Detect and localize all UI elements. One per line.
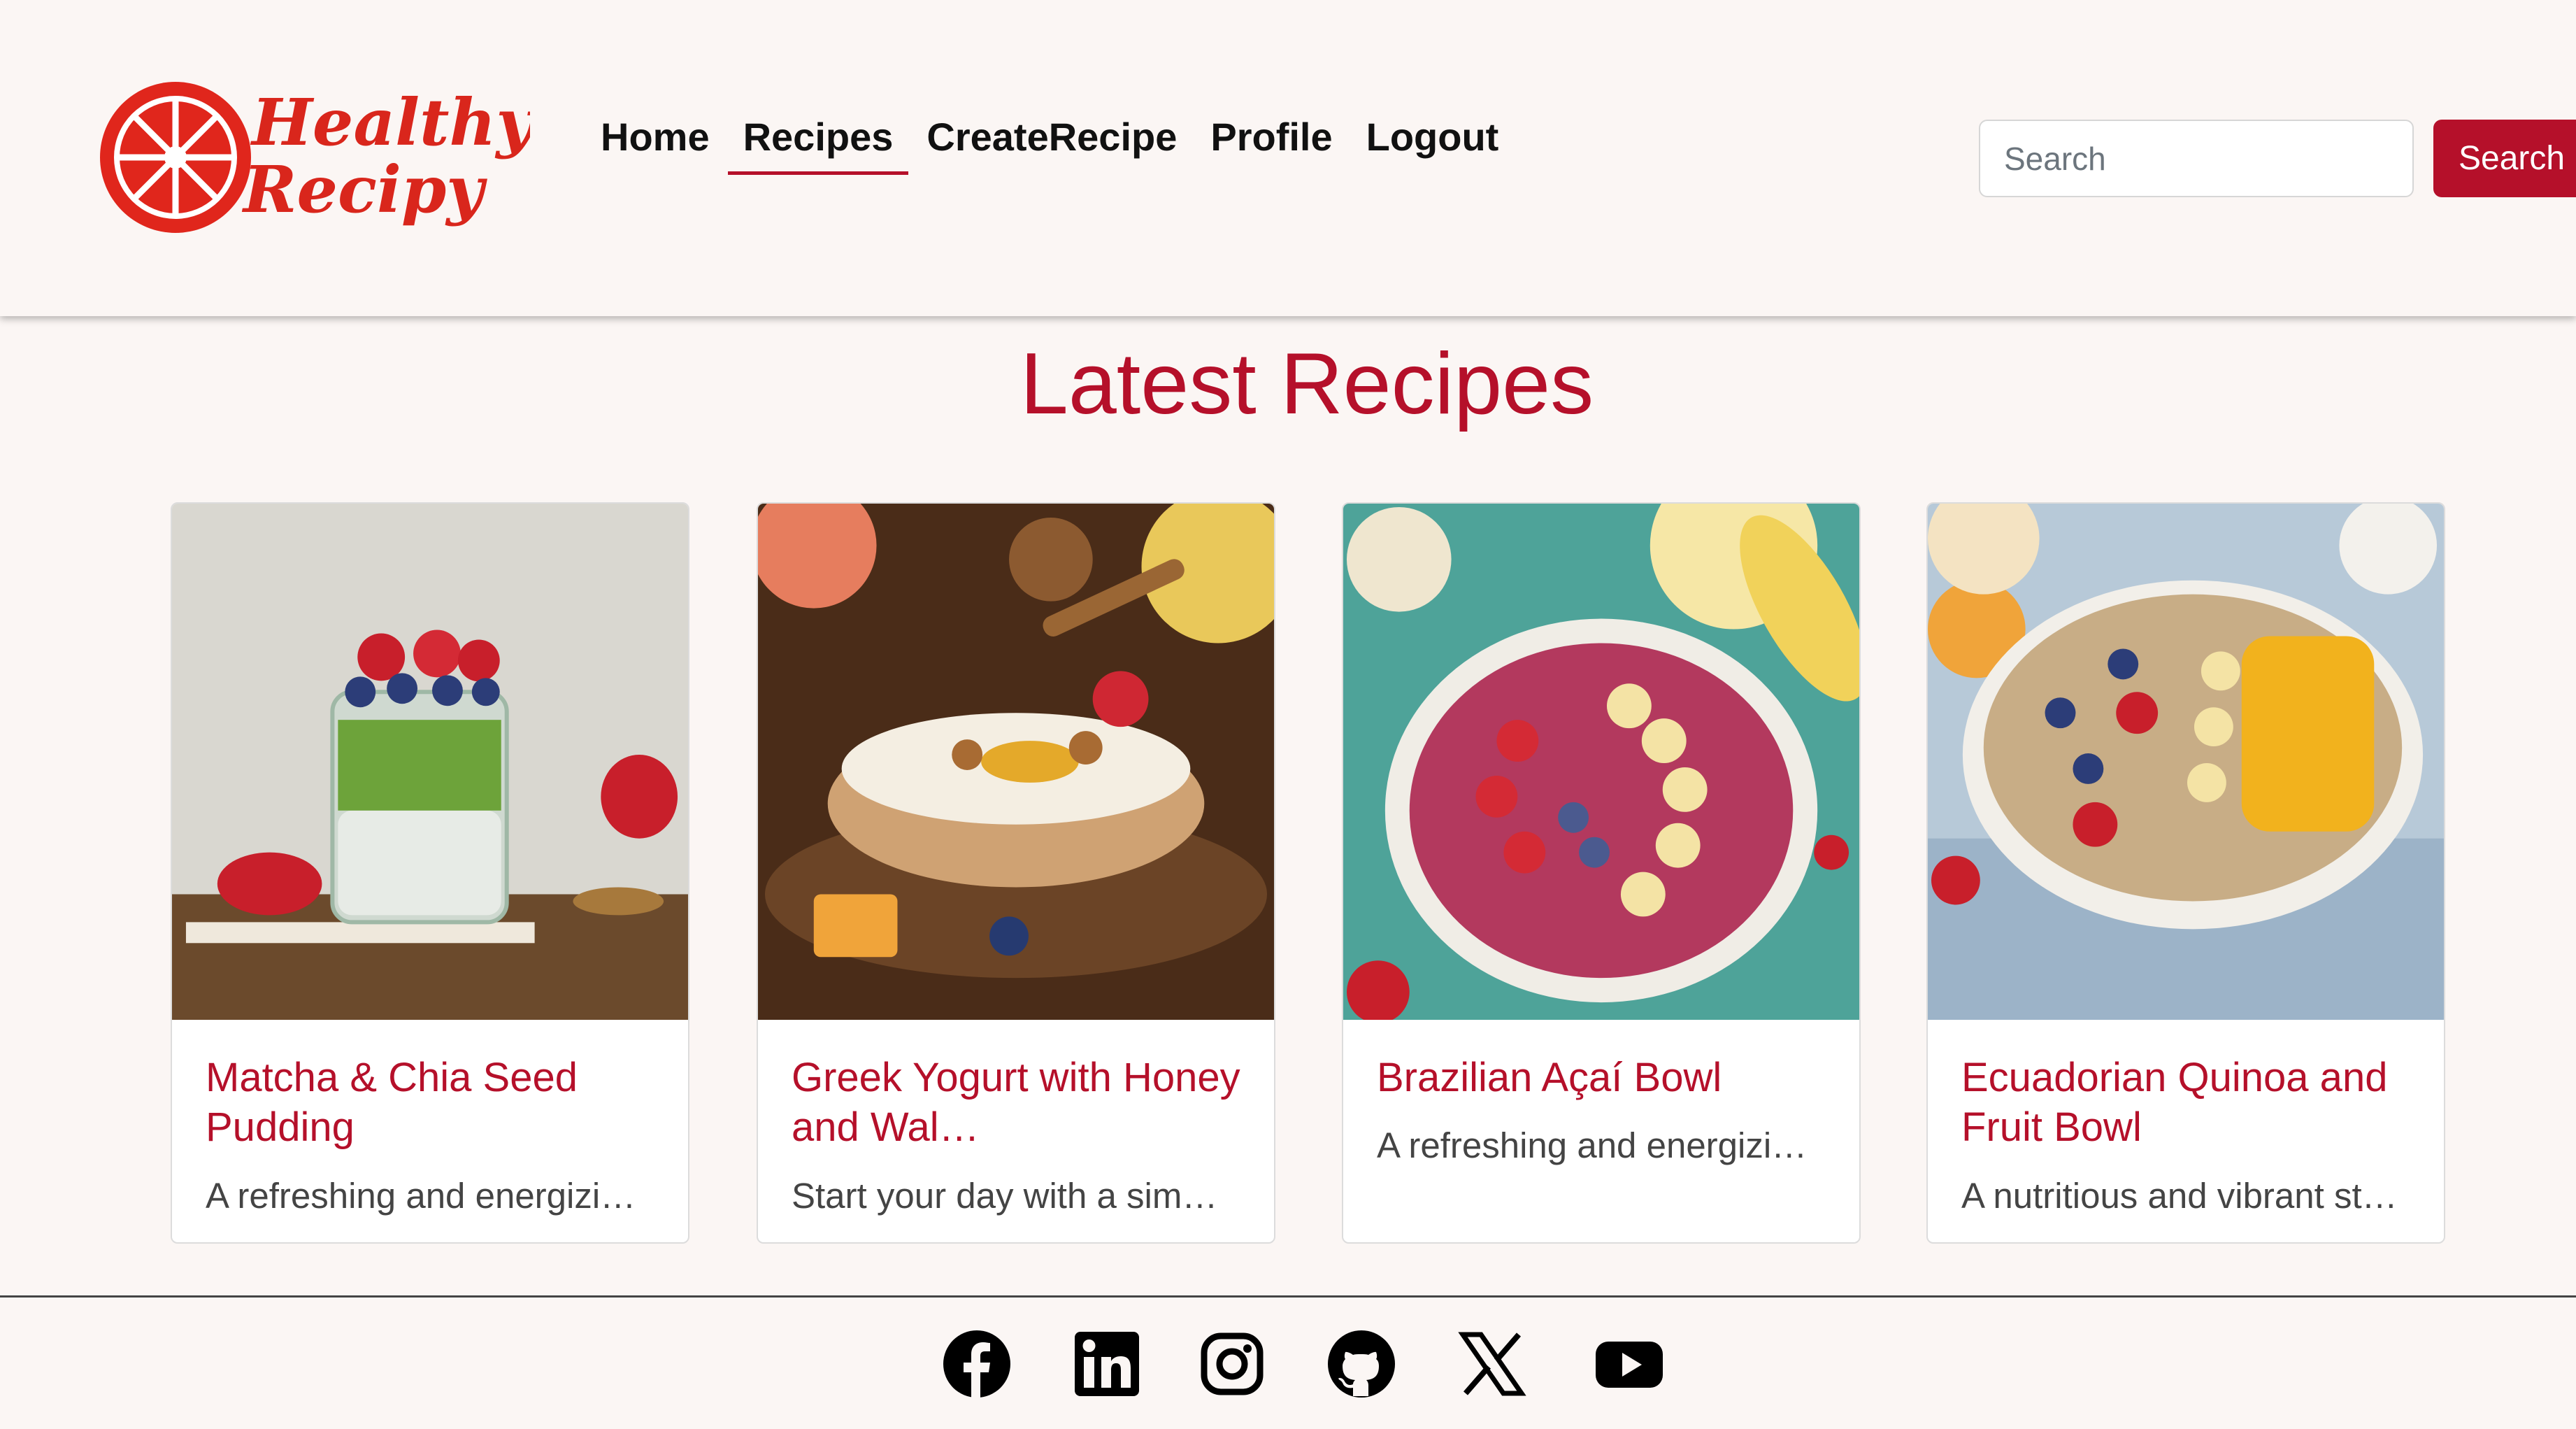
nav-logout[interactable]: Logout bbox=[1350, 118, 1516, 175]
recipe-image[interactable] bbox=[1343, 504, 1859, 1020]
search-button[interactable]: Search bbox=[2433, 120, 2576, 197]
recipe-description: A refreshing and energizi… bbox=[206, 1176, 636, 1216]
recipe-description: A nutritious and vibrant st… bbox=[1961, 1176, 2398, 1216]
facebook-icon[interactable] bbox=[942, 1329, 1012, 1399]
svg-text:Recipy: Recipy bbox=[241, 152, 487, 227]
main-nav: Home Recipes CreateRecipe Profile Logout bbox=[584, 118, 1515, 175]
recipe-card-greek-yogurt[interactable]: Greek Yogurt with Honey and Wal… Start y… bbox=[757, 502, 1275, 1244]
brand-logo[interactable]: Healthy Recipy bbox=[96, 73, 537, 241]
instagram-icon[interactable] bbox=[1197, 1329, 1267, 1399]
recipe-title[interactable]: Matcha & Chia Seed Pudding bbox=[206, 1053, 667, 1152]
recipe-title[interactable]: Brazilian Açaí Bowl bbox=[1377, 1053, 1838, 1102]
recipe-image[interactable] bbox=[172, 504, 688, 1020]
x-icon[interactable] bbox=[1457, 1329, 1527, 1399]
recipe-description: A refreshing and energizi… bbox=[1377, 1125, 1808, 1165]
navbar: Healthy Recipy Home Recipes CreateRecipe… bbox=[0, 0, 2576, 316]
recipe-image[interactable] bbox=[758, 504, 1274, 1020]
recipe-title[interactable]: Greek Yogurt with Honey and Wal… bbox=[792, 1053, 1253, 1152]
svg-text:Healthy: Healthy bbox=[250, 85, 530, 160]
nav-recipes[interactable]: Recipes bbox=[727, 118, 910, 175]
footer bbox=[0, 1295, 2576, 1429]
linkedin-icon[interactable] bbox=[1072, 1329, 1142, 1399]
nav-profile[interactable]: Profile bbox=[1194, 118, 1349, 175]
github-icon[interactable] bbox=[1326, 1329, 1396, 1399]
recipe-title[interactable]: Ecuadorian Quinoa and Fruit Bowl bbox=[1961, 1053, 2423, 1152]
youtube-icon[interactable] bbox=[1594, 1329, 1664, 1399]
recipe-description: Start your day with a sim… bbox=[792, 1176, 1218, 1216]
nav-create-recipe[interactable]: CreateRecipe bbox=[910, 118, 1194, 175]
nav-home[interactable]: Home bbox=[584, 118, 727, 175]
section-title: Latest Recipes bbox=[1019, 336, 1594, 432]
recipe-card-quinoa-fruit[interactable]: Ecuadorian Quinoa and Fruit Bowl A nutri… bbox=[1926, 502, 2445, 1244]
recipe-image[interactable] bbox=[1928, 504, 2444, 1020]
recipe-card-matcha-chia[interactable]: Matcha & Chia Seed Pudding A refreshing … bbox=[171, 502, 689, 1244]
search-input[interactable] bbox=[1979, 120, 2414, 197]
recipe-card-acai-bowl[interactable]: Brazilian Açaí Bowl A refreshing and ene… bbox=[1342, 502, 1861, 1244]
logo-image: Healthy Recipy bbox=[100, 82, 537, 233]
